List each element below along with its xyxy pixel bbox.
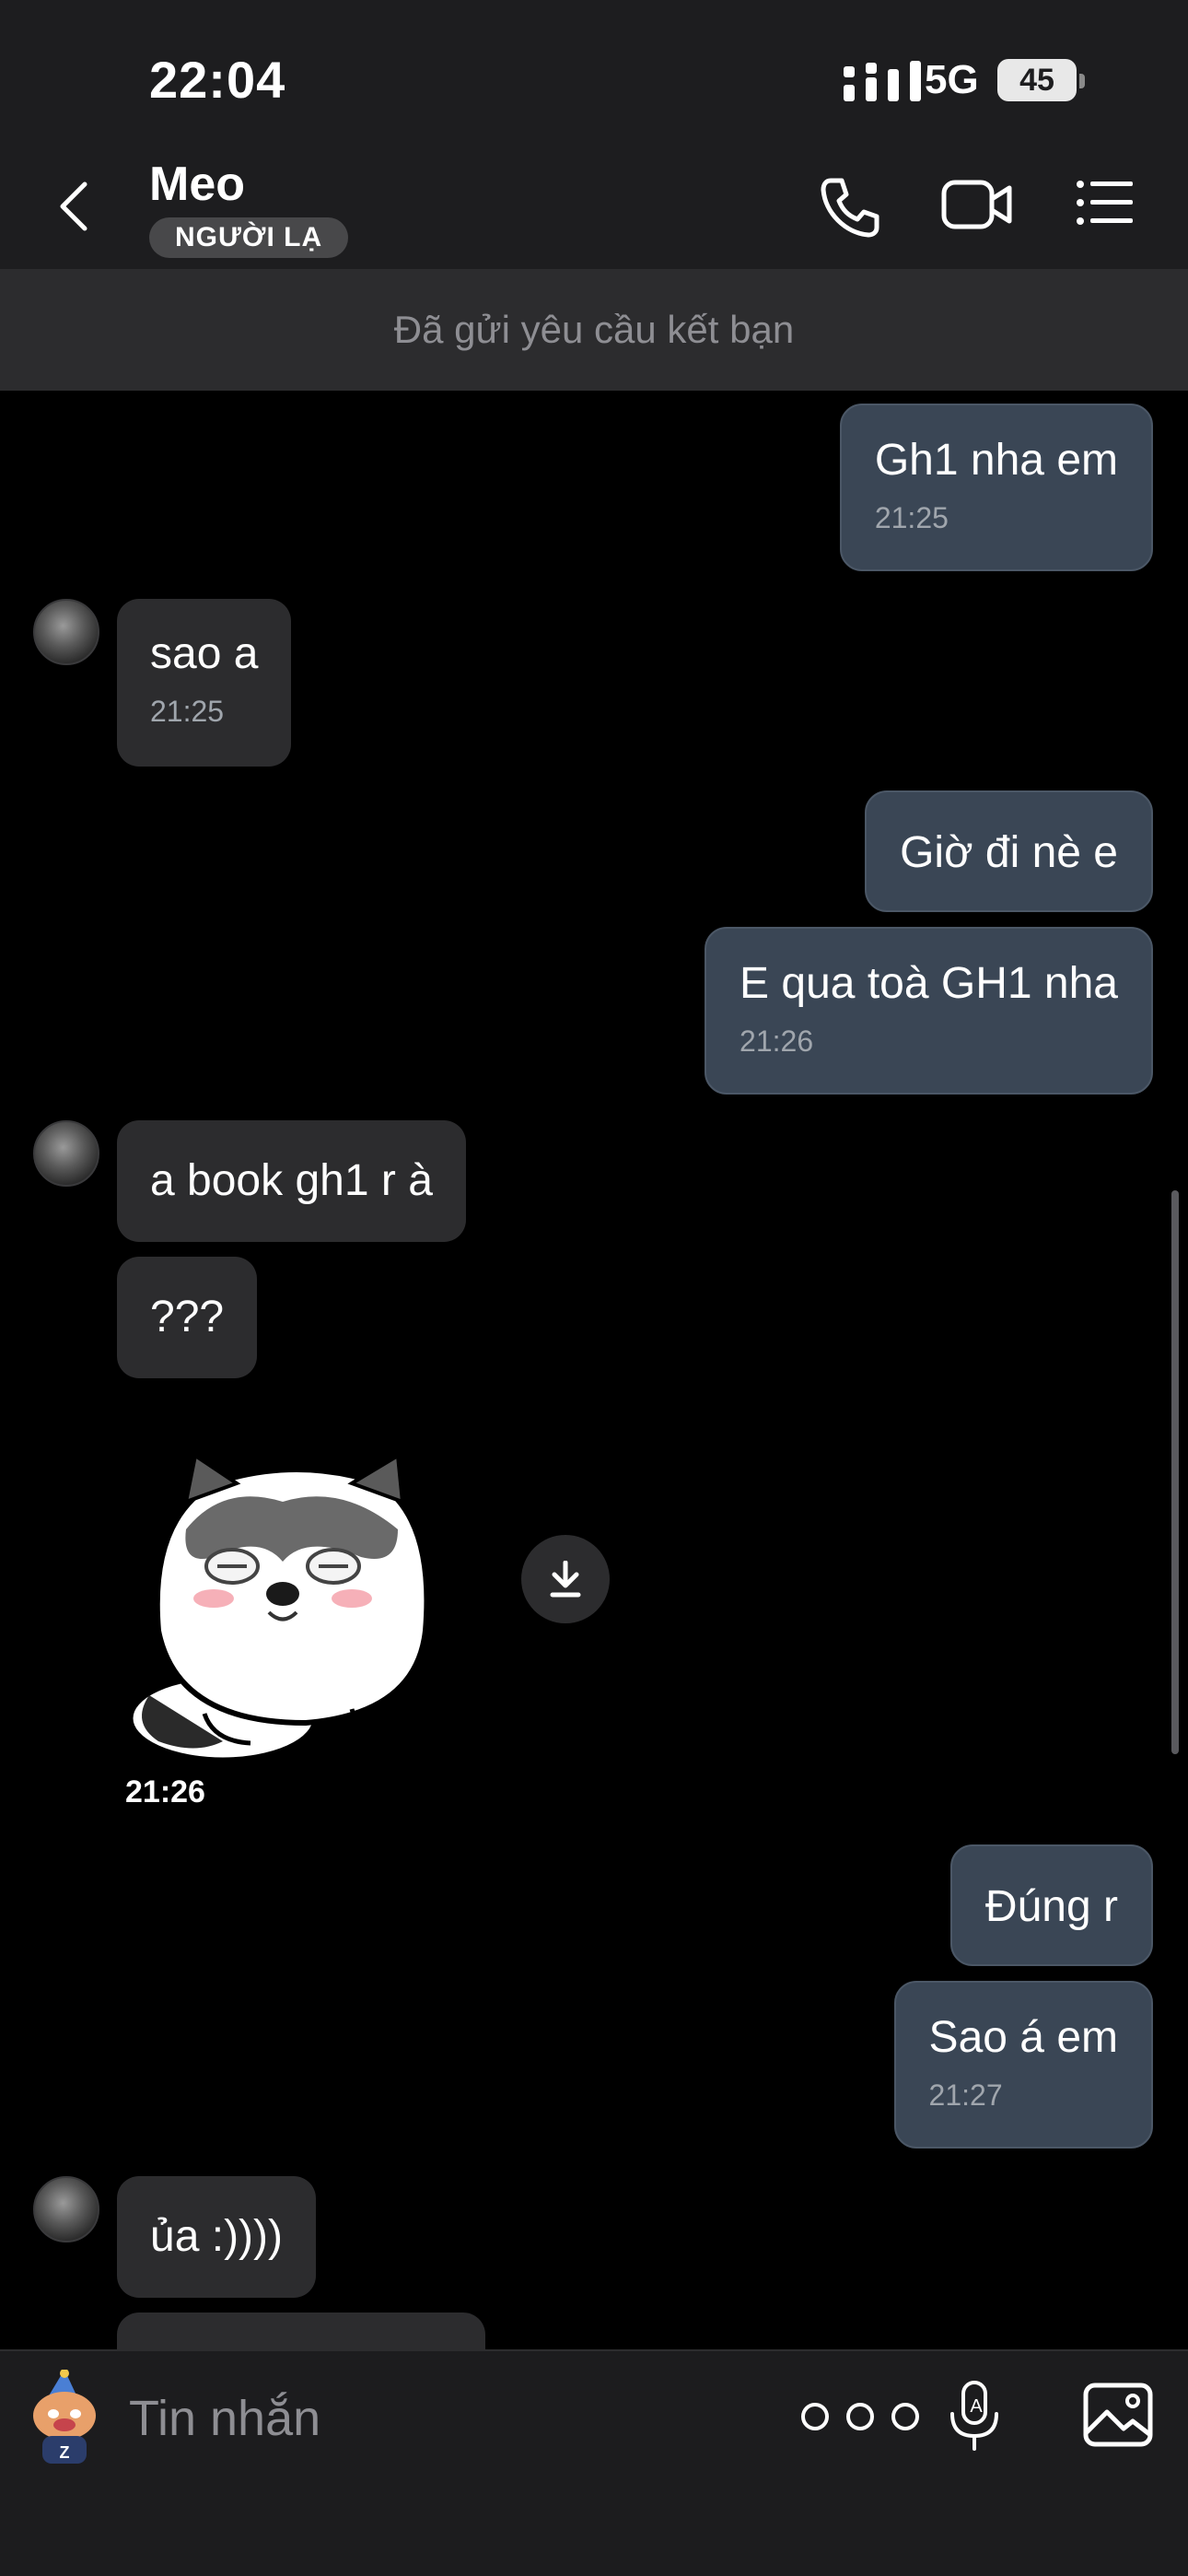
chat-area: Gh1 nha em 21:25 sao a 21:25 Giờ đi nè e… <box>0 391 1188 2349</box>
message-bubble-incoming-partial[interactable] <box>117 2313 485 2349</box>
signal-icon <box>844 61 921 101</box>
message-bubble-outgoing[interactable]: Giờ đi nè e <box>865 790 1153 912</box>
svg-text:Z: Z <box>60 2443 70 2462</box>
message-bubble-incoming[interactable]: ủa :)))) <box>117 2176 316 2298</box>
message-bubble-outgoing[interactable]: E qua toà GH1 nha 21:26 <box>705 927 1153 1095</box>
message-text: Sao á em <box>928 2013 1118 2062</box>
message-input[interactable]: Tin nhắn <box>129 2390 320 2447</box>
status-time: 22:04 <box>149 51 286 109</box>
chevron-left-icon[interactable] <box>55 179 92 234</box>
svg-text:A: A <box>970 2396 983 2417</box>
video-camera-icon[interactable] <box>941 175 1013 234</box>
download-icon <box>550 1561 581 1598</box>
message-bubble-outgoing[interactable]: Sao á em 21:27 <box>893 1981 1153 2149</box>
message-time: 21:25 <box>874 501 949 534</box>
avatar[interactable] <box>33 2176 99 2242</box>
download-button[interactable] <box>521 1535 610 1623</box>
network-label: 5G <box>925 57 979 102</box>
message-text: Đúng r <box>984 1882 1118 1931</box>
message-bubble-incoming[interactable]: sao a 21:25 <box>117 599 292 767</box>
contact-name[interactable]: Meo <box>149 157 245 212</box>
husky-sticker-image[interactable] <box>122 1446 490 1769</box>
phone-icon[interactable] <box>818 175 882 240</box>
message-bubble-incoming[interactable]: ??? <box>117 1257 258 1378</box>
message-text: Giờ đi nè e <box>900 828 1118 877</box>
message-time: 21:27 <box>928 2078 1003 2112</box>
message-bubble-outgoing[interactable]: Đúng r <box>949 1844 1153 1966</box>
message-text: E qua toà GH1 nha <box>740 959 1118 1008</box>
battery-cap <box>1079 74 1085 88</box>
more-dots-icon[interactable] <box>799 2401 921 2432</box>
message-time: 21:26 <box>740 1025 814 1058</box>
avatar[interactable] <box>33 599 99 665</box>
stranger-badge: NGƯỜI LẠ <box>149 217 349 258</box>
message-time: 21:25 <box>150 695 225 728</box>
message-text: sao a <box>150 629 259 678</box>
image-icon[interactable] <box>1083 2383 1153 2447</box>
avatar[interactable] <box>33 1120 99 1187</box>
message-bubble-outgoing[interactable]: Gh1 nha em 21:25 <box>839 404 1153 571</box>
battery-indicator: 45 <box>997 59 1077 101</box>
sticker-time: 21:26 <box>125 1774 205 1809</box>
friend-request-banner: Đã gửi yêu cầu kết bạn <box>0 269 1188 391</box>
message-text: Gh1 nha em <box>874 436 1118 485</box>
message-text: ủa :)))) <box>150 2212 283 2261</box>
sticker-mascot-icon[interactable]: Z <box>20 2370 109 2471</box>
input-bar <box>0 2349 1188 2576</box>
scrollbar[interactable] <box>1171 1190 1179 1754</box>
message-bubble-incoming[interactable]: a book gh1 r à <box>117 1120 466 1242</box>
message-text: a book gh1 r à <box>150 1156 433 1205</box>
list-icon[interactable] <box>1076 175 1135 230</box>
microphone-icon[interactable]: A <box>949 2381 1000 2453</box>
message-text: ??? <box>150 1293 225 1341</box>
